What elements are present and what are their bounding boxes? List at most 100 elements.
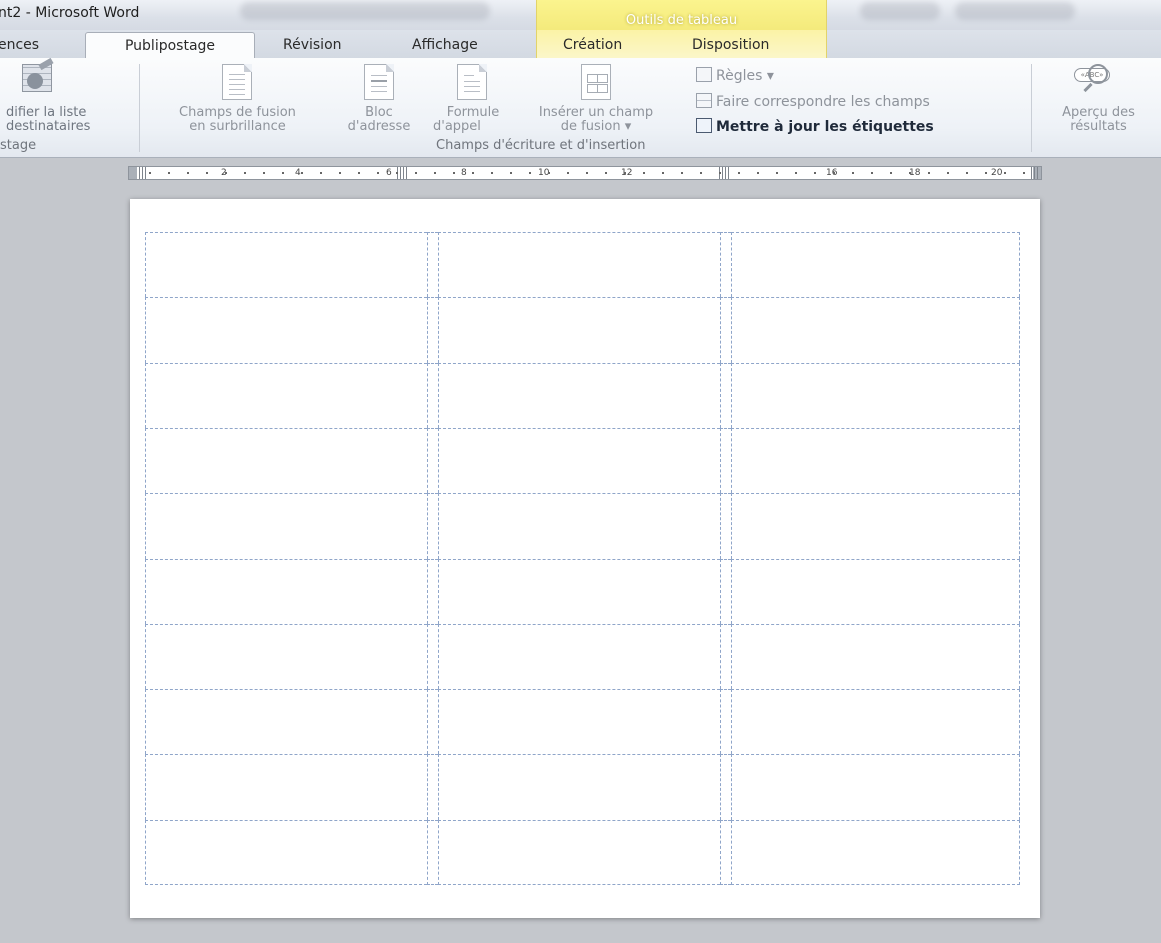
horizontal-ruler[interactable]: 2 4 6 8 10 12 16 18 20: [128, 166, 1042, 180]
label-cell[interactable]: [438, 754, 720, 820]
ruler-number: 6: [386, 168, 392, 178]
start-mailing-group-label: stage: [0, 138, 37, 153]
label-spacer-cell[interactable]: [720, 819, 731, 885]
match-fields-button[interactable]: Faire correspondre les champs: [696, 93, 930, 110]
ruler-tick: [947, 172, 949, 174]
label-cell[interactable]: [145, 297, 427, 363]
label-cell[interactable]: [731, 819, 1020, 885]
label-cell[interactable]: [731, 754, 1020, 820]
label-cell[interactable]: [145, 819, 427, 885]
tab-design[interactable]: Création: [563, 34, 622, 58]
label-cell[interactable]: [731, 427, 1020, 494]
label-cell[interactable]: [731, 493, 1020, 559]
ruler-tick: [776, 172, 778, 174]
ruler-tick: [187, 172, 189, 174]
label-cell[interactable]: [438, 297, 720, 363]
label-cell[interactable]: [438, 232, 720, 298]
ruler-tick: [472, 172, 474, 174]
ruler-tick: [833, 172, 835, 174]
label-spacer-cell[interactable]: [427, 493, 438, 559]
label-spacer-cell[interactable]: [427, 427, 438, 494]
label-spacer-cell[interactable]: [427, 232, 438, 298]
label-cell[interactable]: [731, 558, 1020, 624]
label-spacer-cell[interactable]: [427, 558, 438, 624]
address-block-button[interactable]: Bloc d'adresse: [326, 64, 432, 136]
label-spacer-cell[interactable]: [720, 427, 731, 494]
label-cell[interactable]: [731, 297, 1020, 363]
label-cell[interactable]: [438, 493, 720, 559]
edit-recipient-list-button[interactable]: difier la liste destinataires: [0, 57, 140, 134]
match-fields-label: Faire correspondre les champs: [716, 94, 930, 110]
ruler-tick: [662, 172, 664, 174]
tab-references[interactable]: ences: [0, 34, 39, 58]
document-icon: [222, 64, 252, 100]
label-table[interactable]: [145, 232, 1020, 885]
ruler-tick: [567, 172, 569, 174]
ruler-column-marker[interactable]: [1031, 167, 1039, 179]
label-cell[interactable]: [438, 362, 720, 428]
label-cell[interactable]: [145, 362, 427, 428]
rules-button[interactable]: Règles ▾: [696, 67, 774, 84]
label-spacer-cell[interactable]: [427, 689, 438, 755]
label-cell[interactable]: [731, 362, 1020, 428]
label-spacer-cell[interactable]: [720, 232, 731, 298]
label-cell[interactable]: [145, 493, 427, 559]
tab-review[interactable]: Révision: [283, 34, 342, 58]
label-cell[interactable]: [731, 689, 1020, 755]
label-cell[interactable]: [438, 427, 720, 494]
ribbon-tab-row: ences Publipostage Révision Affichage Cr…: [0, 30, 1161, 60]
label-spacer-cell[interactable]: [427, 362, 438, 428]
label-spacer-cell[interactable]: [427, 754, 438, 820]
ruler-tick: [434, 172, 436, 174]
address-block-label-2: d'adresse: [347, 119, 411, 134]
label-spacer-cell[interactable]: [427, 623, 438, 690]
label-spacer-cell[interactable]: [720, 623, 731, 690]
highlight-merge-fields-button[interactable]: Champs de fusion en surbrillance: [150, 64, 325, 136]
tab-view[interactable]: Affichage: [412, 34, 478, 58]
ruler-tick: [282, 172, 284, 174]
label-spacer-cell[interactable]: [427, 819, 438, 885]
ruler-tick: [548, 172, 550, 174]
document-page[interactable]: [130, 199, 1040, 918]
tab-layout[interactable]: Disposition: [692, 34, 769, 58]
update-labels-button[interactable]: Mettre à jour les étiquettes: [696, 118, 934, 135]
label-spacer-cell[interactable]: [720, 493, 731, 559]
greeting-line-button[interactable]: Formule d'appel: [431, 64, 515, 136]
label-cell[interactable]: [438, 689, 720, 755]
label-cell[interactable]: [145, 689, 427, 755]
ruler-tick: [301, 172, 303, 174]
label-cell[interactable]: [438, 819, 720, 885]
tab-mailings[interactable]: Publipostage: [85, 32, 255, 60]
label-cell[interactable]: [145, 427, 427, 494]
ruler-tick: [206, 172, 208, 174]
ruler-tick: [643, 172, 645, 174]
preview-label-1: Aperçu des: [1062, 105, 1135, 120]
address-block-label-1: Bloc: [365, 105, 393, 120]
edit-list-label-1: difier la liste: [6, 105, 87, 120]
label-cell[interactable]: [145, 754, 427, 820]
label-cell[interactable]: [145, 623, 427, 690]
preview-results-button[interactable]: «ABC» Aperçu des résultats: [1036, 64, 1161, 136]
ruler-tick: [719, 172, 721, 174]
label-spacer-cell[interactable]: [427, 297, 438, 363]
ruler-tick: [814, 172, 816, 174]
ruler-column-marker[interactable]: [139, 167, 147, 179]
label-spacer-cell[interactable]: [720, 689, 731, 755]
ruler-column-marker[interactable]: [397, 167, 407, 179]
update-labels-label: Mettre à jour les étiquettes: [716, 119, 934, 135]
label-cell[interactable]: [145, 232, 427, 298]
label-cell[interactable]: [438, 558, 720, 624]
label-cell[interactable]: [145, 558, 427, 624]
ruler-tick: [529, 172, 531, 174]
label-cell[interactable]: [438, 623, 720, 690]
ruler-tick: [358, 172, 360, 174]
label-spacer-cell[interactable]: [720, 558, 731, 624]
label-spacer-cell[interactable]: [720, 362, 731, 428]
label-spacer-cell[interactable]: [720, 297, 731, 363]
ruler-number: 8: [461, 168, 467, 178]
ruler-tick: [491, 172, 493, 174]
insert-merge-field-button[interactable]: Insérer un champ de fusion ▾: [515, 64, 677, 136]
label-cell[interactable]: [731, 232, 1020, 298]
label-cell[interactable]: [731, 623, 1020, 690]
label-spacer-cell[interactable]: [720, 754, 731, 820]
